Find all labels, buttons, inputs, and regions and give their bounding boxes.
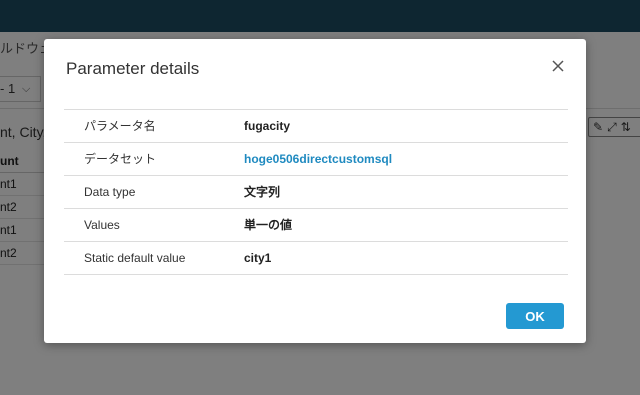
detail-value: fugacity [244,119,291,133]
detail-label: データセット [84,152,157,166]
detail-label: Data type [84,185,136,199]
dataset-link[interactable]: hoge0506directcustomsql [244,143,392,175]
parameter-details-list: パラメータ名 fugacity データセット hoge0506directcus… [64,109,568,275]
detail-label: Static default value [84,251,186,265]
close-icon[interactable] [549,57,567,75]
ok-button[interactable]: OK [506,303,564,329]
detail-value: 単一の値 [244,218,293,232]
detail-row-dataset: データセット hoge0506directcustomsql [64,142,568,175]
detail-value: 文字列 [244,185,281,199]
detail-row-parameter-name: パラメータ名 fugacity [64,109,568,142]
detail-label: パラメータ名 [84,119,156,133]
detail-row-default-value: Static default value city1 [64,241,568,275]
detail-value: city1 [244,251,272,265]
parameter-details-dialog: Parameter details パラメータ名 fugacity データセット… [44,39,586,343]
detail-label: Values [84,218,120,232]
detail-row-data-type: Data type 文字列 [64,175,568,208]
dialog-title: Parameter details [66,59,200,78]
detail-row-values: Values 単一の値 [64,208,568,241]
